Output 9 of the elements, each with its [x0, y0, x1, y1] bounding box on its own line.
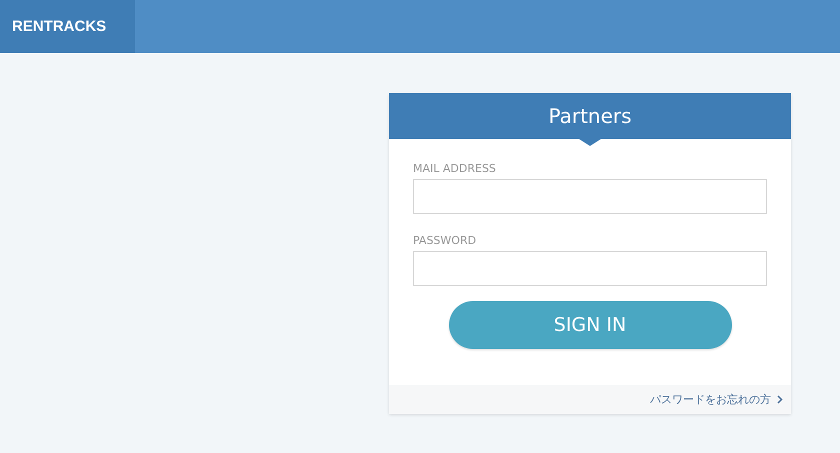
logo[interactable]: RENTRACKS [0, 0, 135, 53]
field-label: MAIL ADDRESS [413, 162, 497, 175]
input-field[interactable] [413, 251, 767, 286]
chevron-right-icon[interactable] [777, 395, 783, 404]
input-field[interactable] [413, 179, 767, 214]
field-label: PASSWORD [413, 234, 478, 247]
card-title: Partners [548, 104, 632, 128]
forgot-password-link[interactable]: パスワードをお忘れの方 [650, 392, 771, 407]
sign-in-button[interactable]: SIGN IN [448, 301, 732, 349]
